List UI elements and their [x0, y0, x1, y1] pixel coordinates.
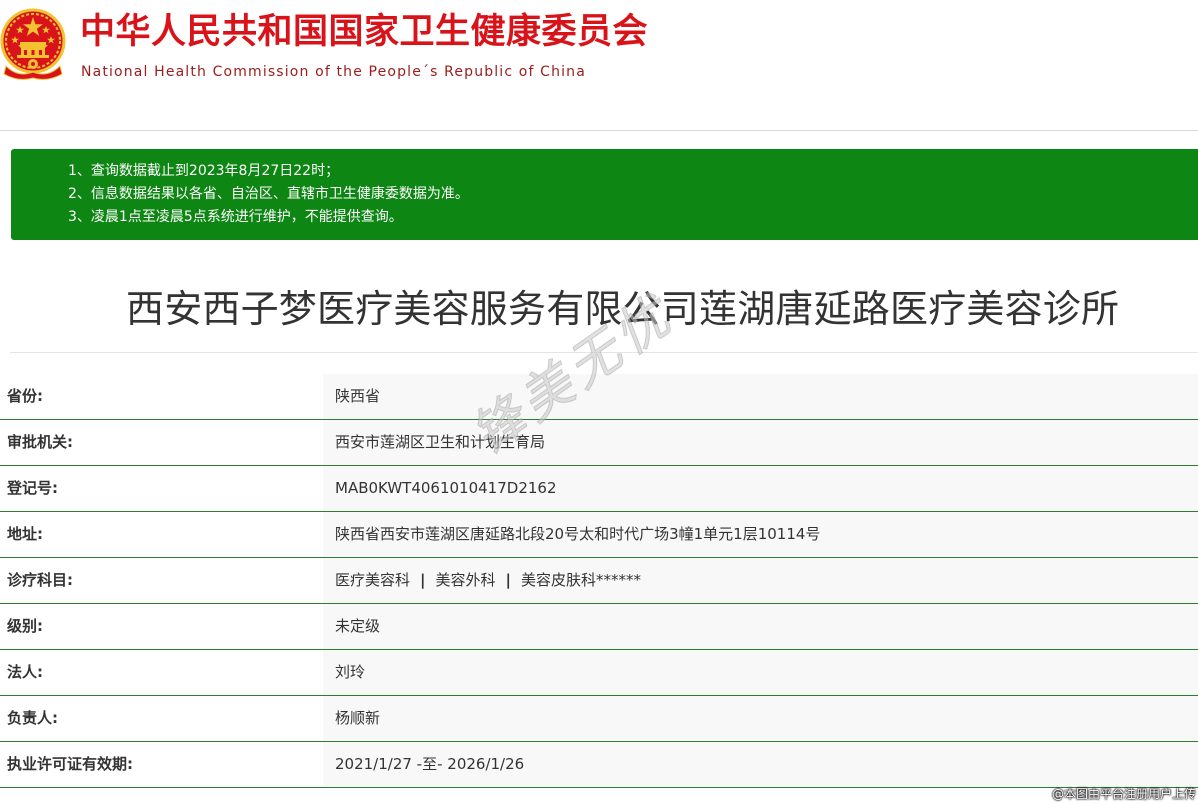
notice-line: 2、信息数据结果以各省、自治区、直辖市卫生健康委数据为准。: [68, 186, 469, 202]
info-value: 2021/1/27 -至- 2026/1/26: [323, 742, 1198, 787]
department-separator: |: [505, 571, 511, 589]
info-label: 负责人:: [7, 709, 58, 727]
header-divider: [0, 130, 1198, 131]
notice-line: 3、凌晨1点至凌晨5点系统进行维护，不能提供查询。: [68, 209, 403, 225]
name-divider: [10, 352, 1198, 353]
info-value: 医疗美容科 | 美容外科 | 美容皮肤科******: [323, 558, 1198, 603]
national-emblem-icon: [0, 8, 66, 80]
info-row-legal-person: 法人: 刘玲: [0, 650, 1198, 696]
department-item: 美容皮肤科******: [521, 571, 642, 589]
info-label: 地址:: [7, 525, 43, 543]
info-value: MAB0KWT4061010417D2162: [323, 466, 1198, 511]
organization-name: 西安西子梦医疗美容服务有限公司莲湖唐延路医疗美容诊所: [126, 287, 1120, 331]
info-row-license-validity: 执业许可证有效期: 2021/1/27 -至- 2026/1/26: [0, 742, 1198, 788]
info-row-address: 地址: 陕西省西安市莲湖区唐延路北段20号太和时代广场3幢1单元1层10114号: [0, 512, 1198, 558]
site-title-en: National Health Commission of the People…: [81, 64, 586, 80]
info-value: 西安市莲湖区卫生和计划生育局: [323, 420, 1198, 465]
info-label: 诊疗科目:: [7, 571, 73, 589]
header-banner[interactable]: 中华人民共和国国家卫生健康委员会 National Health Commiss…: [0, 6, 762, 80]
department-separator: |: [420, 571, 426, 589]
info-row-approval-authority: 审批机关: 西安市莲湖区卫生和计划生育局: [0, 420, 1198, 466]
department-item: 美容外科: [435, 571, 496, 589]
info-row-province: 省份: 陕西省: [0, 374, 1198, 420]
info-value: 陕西省西安市莲湖区唐延路北段20号太和时代广场3幢1单元1层10114号: [323, 512, 1198, 557]
site-title-cn: 中华人民共和国国家卫生健康委员会: [80, 12, 649, 52]
notice-line: 1、查询数据截止到2023年8月27日22时；: [68, 163, 340, 179]
info-value: 未定级: [323, 604, 1198, 649]
info-label: 法人:: [7, 663, 43, 681]
info-label: 登记号:: [7, 479, 58, 497]
info-label: 级别:: [7, 617, 43, 635]
institution-info-table: 省份: 陕西省 审批机关: 西安市莲湖区卫生和计划生育局 登记号: MAB0KW…: [0, 374, 1198, 788]
upload-watermark: @本图由平台注册用户上传: [1051, 787, 1196, 801]
info-value: 陕西省: [323, 374, 1198, 419]
info-label: 省份:: [7, 387, 43, 405]
info-row-responsible-person: 负责人: 杨顺新: [0, 696, 1198, 742]
site-header: 中华人民共和国国家卫生健康委员会 National Health Commiss…: [0, 0, 1198, 85]
info-value: 杨顺新: [323, 696, 1198, 741]
info-row-level: 级别: 未定级: [0, 604, 1198, 650]
info-label: 执业许可证有效期:: [7, 755, 133, 773]
info-row-departments: 诊疗科目: 医疗美容科 | 美容外科 | 美容皮肤科******: [0, 558, 1198, 604]
info-label: 审批机关:: [7, 433, 73, 451]
query-notice: 1、查询数据截止到2023年8月27日22时； 2、信息数据结果以各省、自治区、…: [11, 149, 1198, 240]
info-row-registration-no: 登记号: MAB0KWT4061010417D2162: [0, 466, 1198, 512]
info-value: 刘玲: [323, 650, 1198, 695]
department-item: 医疗美容科: [335, 571, 411, 589]
